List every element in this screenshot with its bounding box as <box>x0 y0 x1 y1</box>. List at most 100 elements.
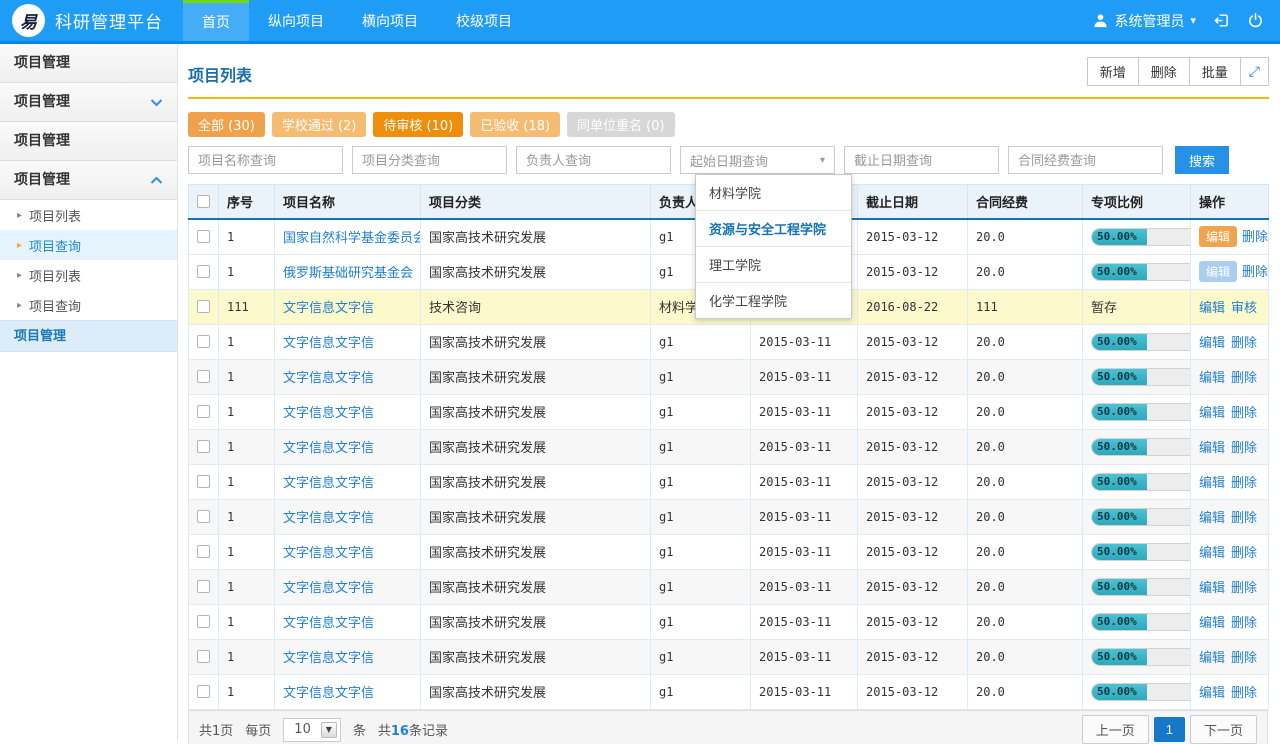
project-name-link[interactable]: 文字信息文字信 <box>283 406 374 421</box>
row-action-link[interactable]: 删除 <box>1231 441 1257 456</box>
row-action-button[interactable]: 编辑 <box>1199 226 1237 247</box>
filter-school-passed[interactable]: 学校通过 (2) <box>272 112 367 137</box>
row-action-link[interactable]: 删除 <box>1231 686 1257 701</box>
row-action-link[interactable]: 删除 <box>1242 265 1268 280</box>
row-action-link[interactable]: 编辑 <box>1199 336 1225 351</box>
row-action-link[interactable]: 编辑 <box>1199 546 1225 561</box>
row-checkbox[interactable] <box>197 580 210 593</box>
row-action-link[interactable]: 删除 <box>1231 476 1257 491</box>
dropdown-option-chemical[interactable]: 化学工程学院 <box>696 282 851 318</box>
row-checkbox[interactable] <box>197 265 210 278</box>
start-date-select[interactable]: 起始日期查询 ▾ <box>680 146 835 174</box>
fee-input[interactable] <box>1008 146 1163 174</box>
end-date-input[interactable] <box>844 146 999 174</box>
row-checkbox[interactable] <box>197 405 210 418</box>
sidebar-item-project-manage[interactable]: 项目管理 <box>0 320 177 352</box>
sidebar-item-project-query[interactable]: ▸ 项目查询 <box>0 230 177 260</box>
search-button[interactable]: 搜索 <box>1175 146 1229 174</box>
user-menu[interactable]: 系统管理员 ▾ <box>1093 11 1196 31</box>
seq-cell: 1 <box>219 254 275 289</box>
project-name-link[interactable]: 文字信息文字信 <box>283 301 374 316</box>
project-name-link[interactable]: 文字信息文字信 <box>283 511 374 526</box>
row-action-link[interactable]: 删除 <box>1231 581 1257 596</box>
sidebar-group-1[interactable]: 项目管理 <box>0 44 177 83</box>
next-page-button[interactable]: 下一页 <box>1190 715 1257 744</box>
row-checkbox[interactable] <box>197 510 210 523</box>
project-name-link[interactable]: 文字信息文字信 <box>283 441 374 456</box>
row-action-link[interactable]: 删除 <box>1231 336 1257 351</box>
project-name-link[interactable]: 文字信息文字信 <box>283 336 374 351</box>
leader-input[interactable] <box>516 146 671 174</box>
project-name-link[interactable]: 文字信息文字信 <box>283 686 374 701</box>
project-name-link[interactable]: 文字信息文字信 <box>283 581 374 596</box>
logout-icon[interactable] <box>1213 12 1230 29</box>
dropdown-option-material[interactable]: 材料学院 <box>696 175 851 210</box>
row-action-link[interactable]: 编辑 <box>1199 581 1225 596</box>
project-name-input[interactable] <box>188 146 343 174</box>
filter-accepted[interactable]: 已验收 (18) <box>470 112 560 137</box>
row-action-link[interactable]: 删除 <box>1231 616 1257 631</box>
row-action-link[interactable]: 编辑 <box>1199 476 1225 491</box>
start-date-cell: 2015-03-11 <box>751 674 858 709</box>
row-checkbox[interactable] <box>197 685 210 698</box>
prev-page-button[interactable]: 上一页 <box>1082 715 1149 744</box>
row-action-link[interactable]: 删除 <box>1231 651 1257 666</box>
sidebar-group-3[interactable]: 项目管理 <box>0 122 177 161</box>
row-action-link[interactable]: 编辑 <box>1199 686 1225 701</box>
project-name-link[interactable]: 俄罗斯基础研究基金会 <box>283 266 413 281</box>
row-action-link[interactable]: 删除 <box>1242 230 1268 245</box>
row-action-link[interactable]: 删除 <box>1231 406 1257 421</box>
row-action-link[interactable]: 编辑 <box>1199 406 1225 421</box>
row-action-link[interactable]: 编辑 <box>1199 371 1225 386</box>
filter-pending-review[interactable]: 待审核 (10) <box>373 112 463 137</box>
row-action-link[interactable]: 删除 <box>1231 511 1257 526</box>
row-checkbox[interactable] <box>197 440 210 453</box>
sidebar-item-project-list[interactable]: ▸ 项目列表 <box>0 200 177 230</box>
row-action-link[interactable]: 审核 <box>1231 301 1257 316</box>
project-name-link[interactable]: 文字信息文字信 <box>283 651 374 666</box>
filter-all[interactable]: 全部 (30) <box>188 112 265 137</box>
sidebar-group-2[interactable]: 项目管理 <box>0 83 177 122</box>
expand-icon[interactable]: ⤢ <box>1240 57 1269 86</box>
row-checkbox[interactable] <box>197 475 210 488</box>
delete-button[interactable]: 删除 <box>1138 57 1190 86</box>
seq-cell: 1 <box>219 464 275 499</box>
select-all-checkbox[interactable] <box>197 195 210 208</box>
row-action-link[interactable]: 编辑 <box>1199 616 1225 631</box>
project-category-input[interactable] <box>352 146 507 174</box>
nav-tab-horizontal-projects[interactable]: 横向项目 <box>343 0 437 41</box>
row-checkbox[interactable] <box>197 300 210 313</box>
dropdown-option-resource-safety[interactable]: 资源与安全工程学院 <box>696 210 851 246</box>
project-name-link[interactable]: 文字信息文字信 <box>283 371 374 386</box>
filter-duplicate-name[interactable]: 同单位重名 (0) <box>567 112 675 137</box>
row-checkbox[interactable] <box>197 615 210 628</box>
row-checkbox[interactable] <box>197 335 210 348</box>
sidebar-item-project-query-2[interactable]: ▸ 项目查询 <box>0 290 177 320</box>
row-checkbox[interactable] <box>197 230 210 243</box>
add-button[interactable]: 新增 <box>1087 57 1139 86</box>
nav-tab-school-projects[interactable]: 校级项目 <box>437 0 531 41</box>
nav-tab-vertical-projects[interactable]: 纵向项目 <box>249 0 343 41</box>
per-page-select[interactable]: 10 ▼ <box>283 718 341 742</box>
nav-tab-home[interactable]: 首页 <box>183 0 249 41</box>
row-action-link[interactable]: 编辑 <box>1199 511 1225 526</box>
project-name-link[interactable]: 文字信息文字信 <box>283 546 374 561</box>
row-action-link[interactable]: 编辑 <box>1199 651 1225 666</box>
row-checkbox[interactable] <box>197 545 210 558</box>
sidebar-item-project-list-2[interactable]: ▸ 项目列表 <box>0 260 177 290</box>
batch-button[interactable]: 批量 <box>1189 57 1241 86</box>
row-action-link[interactable]: 编辑 <box>1199 441 1225 456</box>
row-action-link[interactable]: 删除 <box>1231 371 1257 386</box>
dropdown-option-science[interactable]: 理工学院 <box>696 246 851 282</box>
page-1-button[interactable]: 1 <box>1154 717 1185 742</box>
project-name-link[interactable]: 国家自然科学基金委员会 <box>283 231 421 246</box>
sidebar-group-4[interactable]: 项目管理 <box>0 161 177 200</box>
row-checkbox[interactable] <box>197 370 210 383</box>
row-action-link[interactable]: 删除 <box>1231 546 1257 561</box>
project-name-link[interactable]: 文字信息文字信 <box>283 476 374 491</box>
power-icon[interactable] <box>1247 12 1264 29</box>
row-action-button[interactable]: 编辑 <box>1199 261 1237 282</box>
row-action-link[interactable]: 编辑 <box>1199 301 1225 316</box>
project-name-link[interactable]: 文字信息文字信 <box>283 616 374 631</box>
row-checkbox[interactable] <box>197 650 210 663</box>
